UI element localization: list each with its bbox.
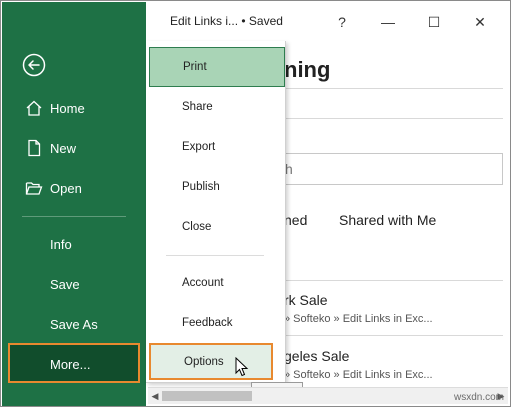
file-title: geles Sale <box>284 348 350 364</box>
minimize-button[interactable]: — <box>378 12 398 32</box>
page-heading: ning <box>284 57 331 82</box>
nav-divider <box>22 216 126 217</box>
divider <box>284 88 503 89</box>
more-menu: Print Share Export Publish Close Account… <box>146 41 286 383</box>
menu-item-export[interactable]: Export <box>146 127 286 167</box>
back-arrow-icon[interactable] <box>22 53 46 77</box>
nav-item-info[interactable]: Info <box>2 224 146 264</box>
file-title: rk Sale <box>284 292 328 308</box>
menu-item-print[interactable]: Print <box>149 47 285 87</box>
restore-button[interactable]: ☐ <box>424 12 444 32</box>
menu-item-publish[interactable]: Publish <box>146 167 286 207</box>
file-path: » Softeko » Edit Links in Exc... <box>284 369 433 381</box>
divider <box>284 280 503 281</box>
new-file-icon <box>28 139 41 157</box>
nav-item-open[interactable]: Open <box>2 168 146 208</box>
menu-item-account[interactable]: Account <box>146 263 286 303</box>
nav-item-new[interactable]: New <box>2 128 146 168</box>
tab-shared-with-me[interactable]: Shared with Me <box>339 212 436 228</box>
nav-item-home[interactable]: Home <box>2 88 146 128</box>
tab-pinned[interactable]: ned <box>284 212 307 228</box>
divider <box>284 335 503 336</box>
nav-label-more: More... <box>50 357 91 372</box>
home-icon <box>26 100 42 116</box>
menu-item-feedback[interactable]: Feedback <box>146 303 286 343</box>
folder-open-icon <box>25 182 43 195</box>
nav-label-new: New <box>50 140 77 156</box>
nav-item-save[interactable]: Save <box>2 264 146 304</box>
menu-item-options[interactable]: Options <box>149 343 273 380</box>
help-button[interactable]: ? <box>332 12 352 32</box>
scroll-left-icon[interactable]: ◀ <box>149 390 161 402</box>
scroll-thumb[interactable] <box>162 391 252 401</box>
close-window-button[interactable]: ✕ <box>470 12 490 32</box>
document-title: Edit Links i... • Saved <box>170 14 283 28</box>
nav-label-save: Save <box>50 276 80 292</box>
title-bar: Edit Links i... • Saved ? — ☐ ✕ <box>146 2 510 40</box>
nav-label-home: Home <box>50 100 85 116</box>
search-text: h <box>285 161 293 177</box>
excel-backstage-window: Home New Open Info Save Save As More... <box>0 0 511 407</box>
nav-item-save-as[interactable]: Save As <box>2 304 146 344</box>
menu-item-close[interactable]: Close <box>146 207 286 247</box>
watermark: wsxdn.com <box>453 392 504 403</box>
nav-item-more[interactable]: More... <box>8 343 140 383</box>
nav-label-save-as: Save As <box>50 316 98 332</box>
search-input[interactable]: h <box>284 153 503 185</box>
options-label: Options <box>184 356 224 368</box>
file-path: » Softeko » Edit Links in Exc... <box>284 313 433 325</box>
mouse-cursor-icon <box>235 357 249 377</box>
menu-item-share[interactable]: Share <box>146 87 286 127</box>
nav-label-open: Open <box>50 180 82 196</box>
nav-label-info: Info <box>50 236 72 252</box>
divider <box>284 118 503 119</box>
menu-divider <box>166 255 264 256</box>
